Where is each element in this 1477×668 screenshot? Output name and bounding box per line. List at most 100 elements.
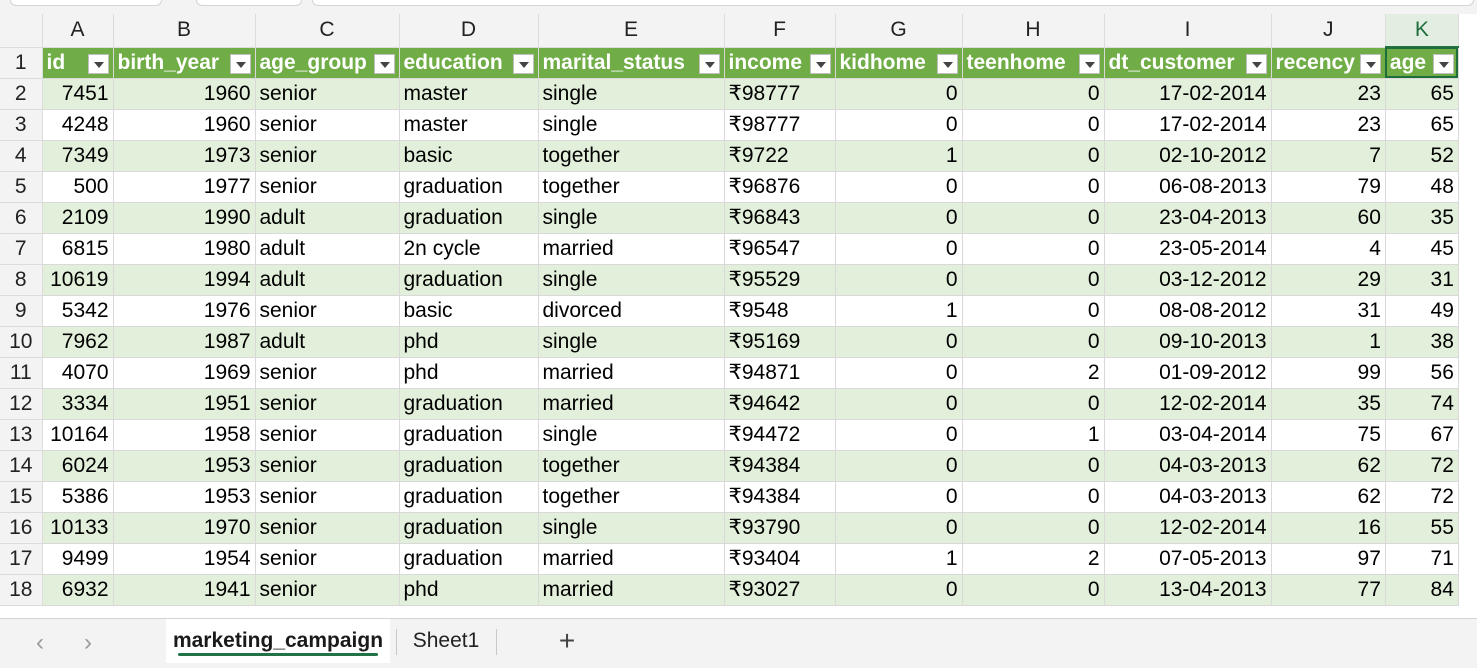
cell[interactable]: 31 (1271, 295, 1386, 327)
cell[interactable]: 72 (1385, 450, 1459, 482)
cell[interactable]: 0 (835, 109, 963, 141)
cell[interactable]: adult (255, 326, 400, 358)
cell[interactable]: 1990 (113, 202, 256, 234)
cell[interactable]: graduation (399, 388, 539, 420)
cell[interactable]: phd (399, 357, 539, 389)
cell[interactable]: 6932 (42, 574, 114, 606)
row-header[interactable]: 10 (0, 326, 43, 358)
cell[interactable]: ₹98777 (724, 78, 836, 110)
column-header-f[interactable]: F (724, 14, 836, 48)
column-header-i[interactable]: I (1104, 14, 1272, 48)
filter-dropdown-icon[interactable] (1245, 53, 1267, 74)
filter-dropdown-icon[interactable] (229, 53, 251, 74)
cell[interactable]: 5386 (42, 481, 114, 513)
cell[interactable]: adult (255, 264, 400, 296)
cell[interactable]: graduation (399, 450, 539, 482)
cell[interactable]: 08-08-2012 (1104, 295, 1272, 327)
cell[interactable]: 1 (1271, 326, 1386, 358)
row-header[interactable]: 17 (0, 543, 43, 575)
cell[interactable]: 500 (42, 171, 114, 203)
column-header-j[interactable]: J (1271, 14, 1386, 48)
cell[interactable]: single (538, 512, 725, 544)
cell[interactable]: 0 (962, 140, 1105, 172)
cell[interactable]: married (538, 357, 725, 389)
cell[interactable]: 0 (962, 78, 1105, 110)
cell[interactable]: 62 (1271, 450, 1386, 482)
cell[interactable]: 1958 (113, 419, 256, 451)
filter-dropdown-icon[interactable] (1078, 53, 1100, 74)
header-cell-recency[interactable]: recency (1271, 47, 1386, 79)
cell[interactable]: ₹9722 (724, 140, 836, 172)
row-header[interactable]: 6 (0, 202, 43, 234)
cell[interactable]: 0 (962, 326, 1105, 358)
cell[interactable]: 4 (1271, 233, 1386, 265)
cell[interactable]: ₹94472 (724, 419, 836, 451)
column-header-h[interactable]: H (962, 14, 1105, 48)
cell[interactable]: 6815 (42, 233, 114, 265)
cell[interactable]: graduation (399, 264, 539, 296)
cell[interactable]: single (538, 78, 725, 110)
cell[interactable]: 0 (962, 202, 1105, 234)
cell[interactable]: 49 (1385, 295, 1459, 327)
cell[interactable]: 0 (835, 388, 963, 420)
cell[interactable]: senior (255, 450, 400, 482)
cell[interactable]: 2 (962, 543, 1105, 575)
cell[interactable]: basic (399, 295, 539, 327)
cell[interactable]: 65 (1385, 78, 1459, 110)
next-sheet-icon[interactable]: › (76, 629, 100, 657)
cell[interactable]: 0 (835, 233, 963, 265)
cell[interactable]: together (538, 140, 725, 172)
spreadsheet-grid[interactable]: A B C D E F G H I J K 1 id birth_year age_group educati… (0, 14, 1459, 606)
cell[interactable]: 1987 (113, 326, 256, 358)
cell[interactable]: 55 (1385, 512, 1459, 544)
cell[interactable]: 1941 (113, 574, 256, 606)
column-header-k[interactable]: K (1385, 14, 1459, 48)
cell[interactable]: master (399, 78, 539, 110)
row-header[interactable]: 8 (0, 264, 43, 296)
filter-dropdown-icon[interactable] (512, 53, 534, 74)
cell[interactable]: 67 (1385, 419, 1459, 451)
column-header-d[interactable]: D (399, 14, 539, 48)
cell[interactable]: 10164 (42, 419, 114, 451)
header-cell-age[interactable]: age (1385, 47, 1459, 79)
cell[interactable]: 7451 (42, 78, 114, 110)
cell[interactable]: ₹96876 (724, 171, 836, 203)
cell[interactable]: 0 (962, 512, 1105, 544)
cell[interactable]: 77 (1271, 574, 1386, 606)
cell[interactable]: senior (255, 357, 400, 389)
row-header[interactable]: 3 (0, 109, 43, 141)
cell[interactable]: 0 (962, 264, 1105, 296)
cell[interactable]: 1969 (113, 357, 256, 389)
cell[interactable]: master (399, 109, 539, 141)
cell[interactable]: 0 (962, 233, 1105, 265)
cell[interactable]: 38 (1385, 326, 1459, 358)
cell[interactable]: 0 (835, 512, 963, 544)
cell[interactable]: 99 (1271, 357, 1386, 389)
cell[interactable]: 45 (1385, 233, 1459, 265)
cell[interactable]: 12-02-2014 (1104, 512, 1272, 544)
row-header[interactable]: 4 (0, 140, 43, 172)
header-cell-teenhome[interactable]: teenhome (962, 47, 1105, 79)
cell[interactable]: single (538, 419, 725, 451)
cell[interactable]: 1953 (113, 481, 256, 513)
cell[interactable]: ₹94642 (724, 388, 836, 420)
cell[interactable]: 06-08-2013 (1104, 171, 1272, 203)
cell[interactable]: 2109 (42, 202, 114, 234)
cell[interactable]: together (538, 450, 725, 482)
header-cell-age-group[interactable]: age_group (255, 47, 400, 79)
header-cell-birth-year[interactable]: birth_year (113, 47, 256, 79)
cell[interactable]: 0 (835, 202, 963, 234)
header-cell-marital-status[interactable]: marital_status (538, 47, 725, 79)
add-sheet-icon[interactable]: + (552, 625, 582, 657)
cell[interactable]: single (538, 264, 725, 296)
cell[interactable]: married (538, 574, 725, 606)
cell[interactable]: adult (255, 233, 400, 265)
cell[interactable]: 10619 (42, 264, 114, 296)
cell[interactable]: senior (255, 419, 400, 451)
cell[interactable]: 7 (1271, 140, 1386, 172)
cell[interactable]: ₹93790 (724, 512, 836, 544)
cell[interactable]: 6024 (42, 450, 114, 482)
cell[interactable]: graduation (399, 481, 539, 513)
cell[interactable]: 10133 (42, 512, 114, 544)
cell[interactable]: 0 (835, 171, 963, 203)
